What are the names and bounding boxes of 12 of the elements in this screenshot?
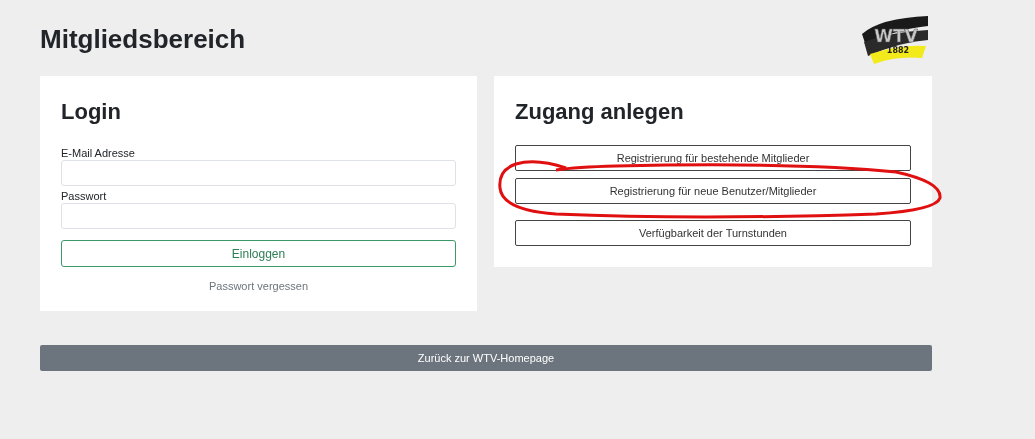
register-option-button[interactable]: Verfügbarkeit der Turnstunden xyxy=(515,220,911,246)
forgot-password-link[interactable]: Passwort vergessen xyxy=(208,280,308,292)
register-option-button[interactable]: Registrierung für neue Benutzer/Mitglieder xyxy=(515,178,911,204)
login-button[interactable]: Einloggen xyxy=(61,240,456,267)
field-label: E-Mail Adresse xyxy=(61,146,136,160)
page-title: Mitgliedsbereich xyxy=(40,23,246,56)
login-title: Login xyxy=(61,98,122,126)
input-field[interactable] xyxy=(61,160,456,186)
field-label: Passwort xyxy=(61,189,108,203)
back-to-homepage-button[interactable]: Zurück zur WTV-Homepage xyxy=(40,345,932,371)
input-field[interactable] xyxy=(61,203,456,229)
register-title: Zugang anlegen xyxy=(515,98,685,126)
